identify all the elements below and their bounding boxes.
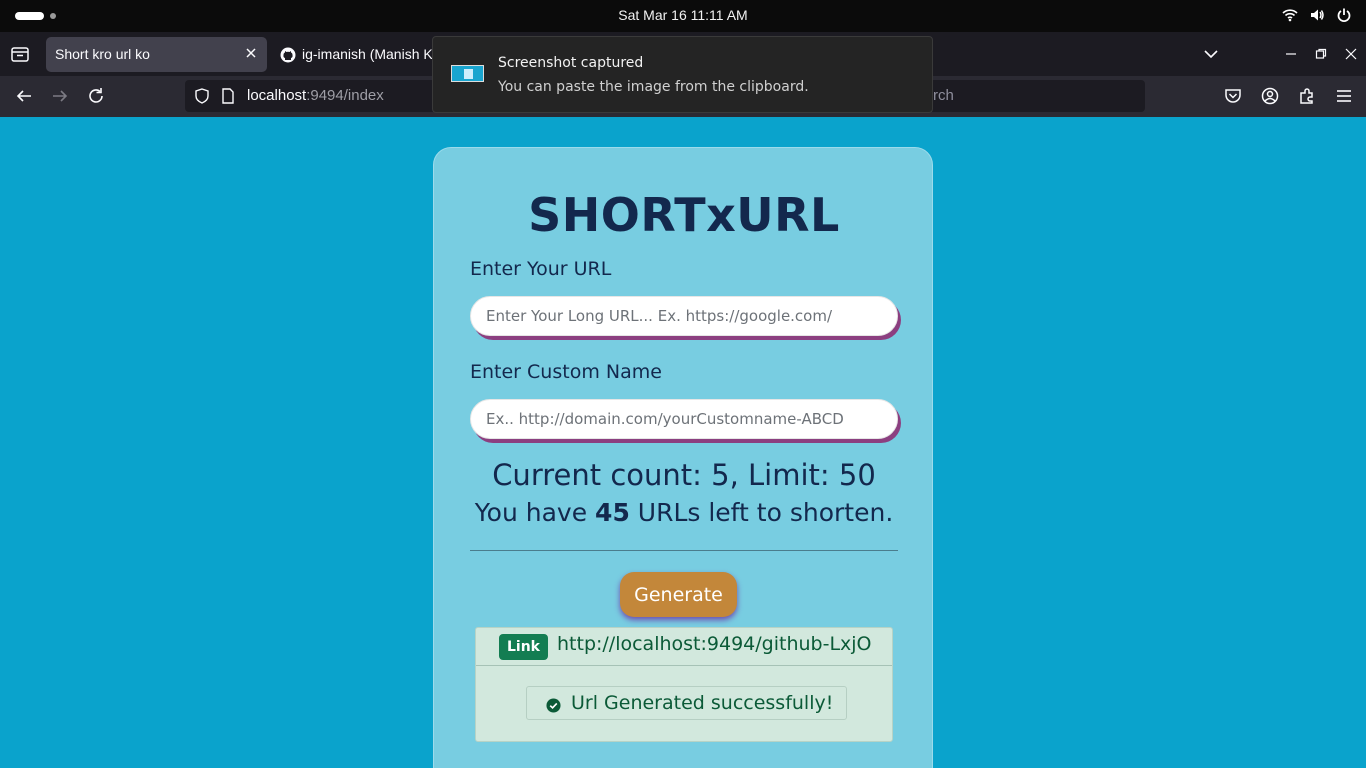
forward-icon[interactable]	[50, 86, 70, 106]
usage-count: Current count: 5, Limit: 50	[492, 458, 876, 492]
app-title: SHORTxURL	[528, 188, 840, 242]
short-link[interactable]: http://localhost:9494/github-LxjO	[557, 633, 872, 655]
result-panel: Link http://localhost:9494/github-LxjO U…	[475, 627, 893, 742]
account-icon[interactable]	[1260, 86, 1280, 110]
github-icon	[280, 47, 296, 66]
custom-name-label: Enter Custom Name	[470, 361, 662, 383]
url-host: localhost	[247, 87, 307, 104]
remaining-count: 45	[595, 498, 630, 527]
system-clock[interactable]: Sat Mar 16 11:11 AM	[0, 0, 1366, 32]
window-controls	[1276, 32, 1366, 76]
workspace-indicator[interactable]	[15, 12, 44, 20]
close-tab-icon[interactable]	[244, 46, 258, 60]
url-label: Enter Your URL	[470, 258, 612, 280]
remaining-prefix: You have	[474, 498, 596, 527]
restore-icon[interactable]	[1306, 39, 1336, 69]
success-message: Url Generated successfully!	[571, 692, 834, 714]
tab-title: Short kro url ko	[55, 46, 150, 62]
system-top-bar: Sat Mar 16 11:11 AM	[0, 0, 1366, 32]
tab-active[interactable]: Short kro url ko	[46, 37, 267, 72]
system-tray[interactable]	[1282, 7, 1352, 23]
tab-title: ig-imanish (Manish K	[302, 46, 433, 62]
screenshot-thumbnail	[451, 65, 484, 82]
shortener-card: SHORTxURL Enter Your URL Enter Custom Na…	[433, 147, 933, 768]
page-icon[interactable]	[221, 88, 235, 108]
notification-body: You can paste the image from the clipboa…	[498, 79, 809, 95]
tab-github[interactable]: ig-imanish (Manish K	[280, 37, 435, 72]
notification-title: Screenshot captured	[498, 55, 644, 71]
url-path: :9494/index	[306, 87, 384, 104]
menu-icon[interactable]	[1334, 86, 1354, 110]
check-circle-icon	[546, 696, 561, 718]
link-badge: Link	[499, 634, 548, 660]
wifi-icon	[1282, 7, 1298, 23]
search-placeholder: rch	[933, 87, 954, 104]
url-text[interactable]: localhost:9494/index	[247, 87, 384, 104]
screenshot-notification[interactable]: Screenshot captured You can paste the im…	[432, 36, 933, 113]
toolbar-icons	[1223, 86, 1354, 110]
workspace-dot[interactable]	[50, 13, 56, 19]
minimize-icon[interactable]	[1276, 39, 1306, 69]
back-icon[interactable]	[14, 86, 34, 106]
remaining-text: You have 45 URLs left to shorten.	[434, 498, 934, 527]
chevron-down-icon[interactable]	[1202, 45, 1220, 67]
custom-name-input[interactable]	[470, 399, 898, 439]
remaining-suffix: URLs left to shorten.	[629, 498, 894, 527]
generate-button[interactable]: Generate	[620, 572, 737, 617]
volume-icon	[1309, 7, 1325, 23]
url-input[interactable]	[470, 296, 898, 336]
power-icon	[1336, 7, 1352, 23]
extensions-icon[interactable]	[1297, 86, 1317, 110]
shield-icon[interactable]	[194, 88, 210, 108]
close-window-icon[interactable]	[1336, 39, 1366, 69]
tab-list-icon[interactable]	[10, 44, 30, 64]
reload-icon[interactable]	[86, 86, 106, 106]
divider	[470, 550, 898, 551]
success-alert: Url Generated successfully!	[526, 686, 847, 720]
pocket-icon[interactable]	[1223, 86, 1243, 110]
result-header: Link http://localhost:9494/github-LxjO	[476, 628, 892, 666]
